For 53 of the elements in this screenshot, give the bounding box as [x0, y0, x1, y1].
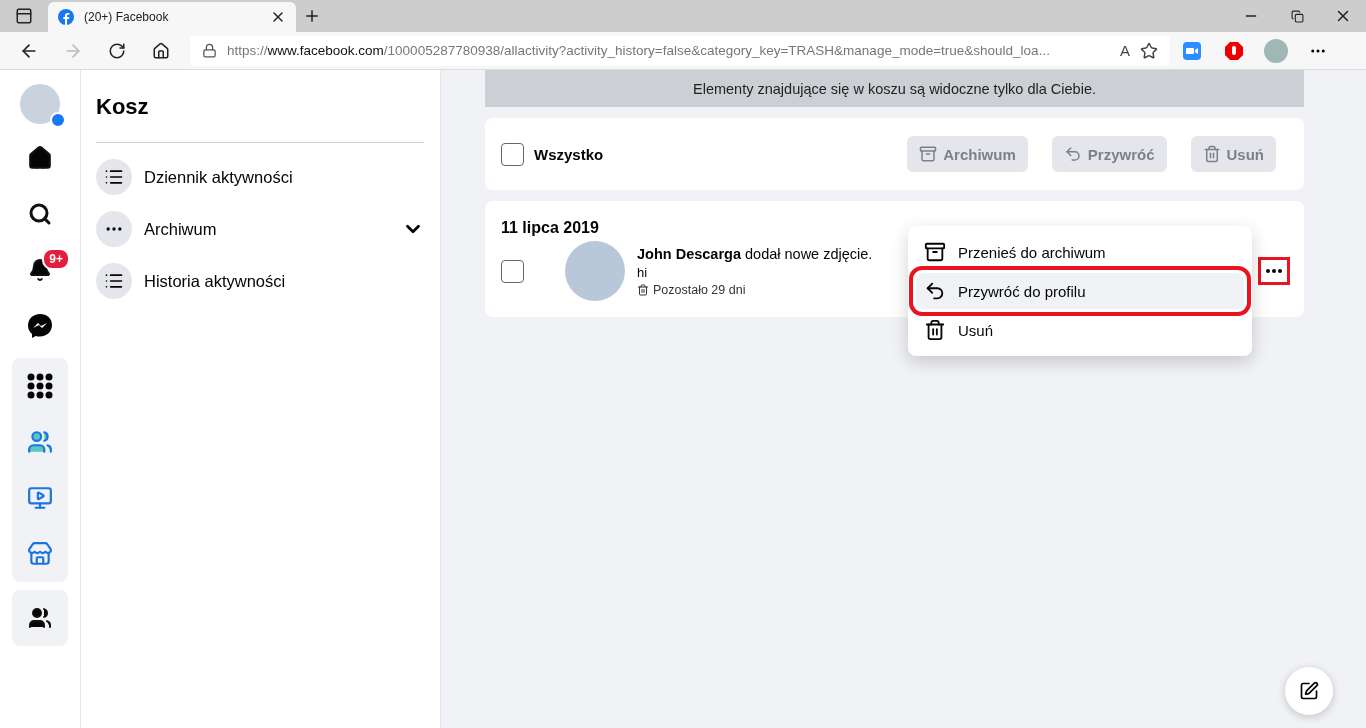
list-icon	[96, 263, 132, 299]
date-heading: 11 lipca 2019	[500, 218, 600, 238]
facebook-badge-icon	[50, 112, 66, 128]
stop-hand-extension-icon[interactable]	[1225, 41, 1243, 60]
checkbox-label: Wszystko	[534, 145, 605, 163]
remaining-time: Pozostało 29 dni	[653, 282, 746, 297]
new-tab-icon[interactable]	[303, 7, 321, 25]
menu-item[interactable]: Przenieś do archiwum	[916, 234, 1244, 270]
sidebar-item[interactable]: Historia aktywności	[96, 255, 424, 307]
address-bar[interactable]: https://www.facebook.com/100005287780938/allactivity?activity_history=false&category_key=TRASH&manage_mode=true&should_loa... A	[190, 35, 1170, 66]
reload-icon[interactable]	[108, 41, 126, 60]
item-checkbox[interactable]	[501, 259, 524, 283]
notification-badge: 9+	[42, 248, 70, 270]
video-extension-icon[interactable]	[1183, 41, 1201, 60]
trash-icon	[924, 319, 946, 341]
sidebar-item[interactable]: Dziennik aktywności	[96, 151, 424, 203]
activity-text: John Descarga dodał nowe zdjęcie.	[637, 245, 873, 262]
restore-icon[interactable]	[1290, 9, 1304, 23]
photo-placeholder	[565, 241, 625, 301]
home-icon[interactable]	[152, 41, 170, 60]
notice-banner: Elementy znajdujące się w koszu są widoczne tylko dla Ciebie.	[485, 70, 1304, 107]
undo-arrow-icon	[1063, 145, 1082, 163]
sidebar-item[interactable]: Archiwum	[96, 203, 424, 255]
video-icon[interactable]	[27, 485, 53, 511]
lock-icon	[202, 43, 217, 58]
url-text: https://www.facebook.com/100005287780938/allactivity?activity_history=false&category_key=TRASH&manage_mode=true&should_loa...	[227, 43, 1051, 58]
select-all-checkbox[interactable]	[501, 142, 524, 166]
archive-icon	[924, 241, 946, 263]
list-icon	[96, 159, 132, 195]
tab-actions-icon[interactable]	[15, 7, 33, 25]
more-icon	[96, 211, 132, 247]
home-icon[interactable]	[27, 145, 53, 171]
messenger-icon[interactable]	[27, 313, 53, 339]
more-icon	[1266, 269, 1282, 273]
tab-title: (20+) Facebook	[84, 10, 170, 24]
search-icon[interactable]	[28, 202, 52, 226]
undo-arrow-icon	[924, 280, 946, 302]
more-options-button[interactable]	[1258, 257, 1290, 285]
archive-icon	[919, 145, 938, 163]
groups-icon[interactable]	[28, 606, 52, 630]
trash-icon	[637, 283, 649, 296]
menu-item[interactable]: Usuń	[916, 312, 1244, 348]
read-aloud-button[interactable]: A	[1120, 42, 1130, 59]
friends-icon[interactable]	[27, 429, 53, 455]
caption-text: hi	[637, 264, 648, 280]
browser-tab[interactable]: (20+) Facebook	[48, 2, 296, 32]
shop-icon[interactable]	[27, 541, 53, 567]
compose-icon	[1299, 681, 1319, 701]
apps-grid-icon[interactable]	[27, 373, 53, 399]
trash-icon	[1202, 145, 1221, 163]
page-title: Kosz	[96, 94, 150, 120]
favorite-icon[interactable]	[1140, 41, 1158, 60]
facebook-logo-icon	[58, 9, 74, 25]
